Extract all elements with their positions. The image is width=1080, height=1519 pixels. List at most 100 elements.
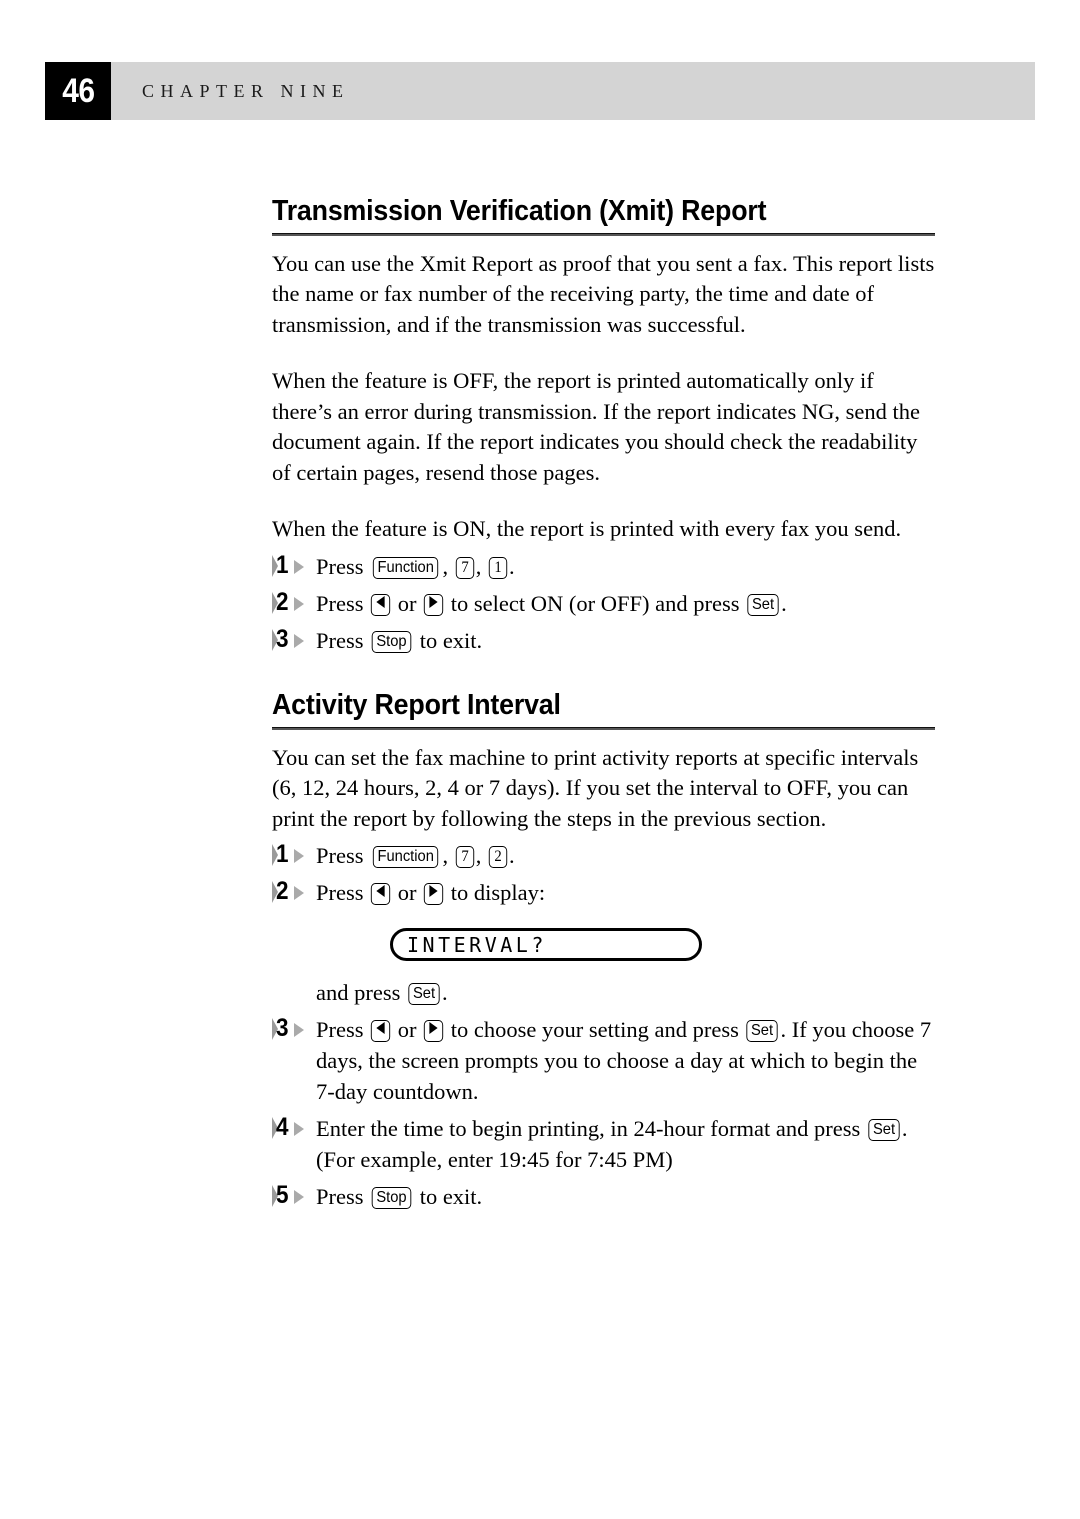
step-marker: 2 xyxy=(272,587,312,617)
paragraph: When the feature is OFF, the report is p… xyxy=(272,368,920,485)
paragraph: When the feature is ON, the report is pr… xyxy=(272,516,902,542)
lcd-display-wrapper: INTERVAL? xyxy=(272,928,935,962)
list-item: 3 Press Stop to exit. xyxy=(272,625,935,656)
key-digit-2[interactable]: 2 xyxy=(488,846,508,869)
triangle-right-icon xyxy=(294,1023,304,1038)
triangle-right-icon xyxy=(294,849,304,864)
step-text: Press Function, 7, 2. xyxy=(316,843,515,869)
key-digit-7[interactable]: 7 xyxy=(455,846,474,869)
step-text-suffix: . xyxy=(781,590,787,616)
paragraph: You can use the Xmit Report as proof tha… xyxy=(272,250,935,337)
step-marker: 5 xyxy=(272,1182,312,1210)
key-set[interactable]: Set xyxy=(747,593,779,616)
step-text-suffix: . xyxy=(509,843,515,869)
step-text-prefix: Press xyxy=(316,590,370,616)
step-text: Press Function, 7, 1. xyxy=(316,553,515,579)
step-text: Press Stop to exit. xyxy=(316,1184,483,1210)
list-item: 2 Press or to select ON (or OFF) and pre… xyxy=(272,588,935,619)
step-text: Press Stop to exit. xyxy=(316,628,482,653)
page-number-box: 46 xyxy=(45,62,111,120)
step-text: Press or to choose your setting and pres… xyxy=(316,1017,931,1104)
triangle-right-icon xyxy=(294,1190,304,1205)
right-arrow-icon xyxy=(429,1022,438,1035)
step-number: 1 xyxy=(276,550,289,579)
step-text: Enter the time to begin printing, in 24-… xyxy=(316,1116,908,1172)
step-continuation: and press Set. xyxy=(272,977,935,1008)
step-number: 1 xyxy=(276,840,289,869)
right-arrow-icon xyxy=(429,595,438,608)
key-left-arrow[interactable] xyxy=(370,883,391,906)
right-arrow-icon xyxy=(429,885,438,898)
key-left-arrow[interactable] xyxy=(370,593,391,616)
step-number: 2 xyxy=(276,877,289,906)
key-stop[interactable]: Stop xyxy=(371,1187,412,1210)
step-text-mid: or xyxy=(392,590,423,616)
step-number: 4 xyxy=(276,1113,289,1142)
key-digit-7[interactable]: 7 xyxy=(455,556,474,579)
key-function[interactable]: Function xyxy=(372,556,439,579)
left-arrow-icon xyxy=(376,1022,385,1035)
list-item: 2 Press or to display: xyxy=(272,877,935,908)
key-stop[interactable]: Stop xyxy=(371,630,412,653)
step-text-prefix: Enter the time to begin printing, in 24-… xyxy=(316,1116,866,1142)
step-text-suffix: . xyxy=(509,553,515,579)
key-right-arrow[interactable] xyxy=(423,1020,444,1043)
step-number: 3 xyxy=(276,1014,289,1043)
key-left-arrow[interactable] xyxy=(370,1020,391,1043)
step-marker: 4 xyxy=(272,1114,312,1142)
step-tail-prefix: and press xyxy=(316,980,406,1006)
step-text-mid: or xyxy=(392,880,423,906)
step-number: 5 xyxy=(276,1181,289,1210)
step-text-prefix: Press xyxy=(316,880,370,906)
step-text: Press or to display: xyxy=(316,880,546,906)
step-number: 3 xyxy=(276,624,289,653)
step-marker: 3 xyxy=(272,1015,312,1043)
key-digit-1[interactable]: 1 xyxy=(488,556,508,579)
list-item: 3 Press or to choose your setting and pr… xyxy=(272,1014,935,1107)
lcd-display: INTERVAL? xyxy=(390,928,702,962)
page-title: Transmission Verification (Xmit) Report xyxy=(272,195,767,227)
step-text-after-arrows: to display: xyxy=(445,880,546,906)
left-arrow-icon xyxy=(376,885,385,898)
step-number: 2 xyxy=(276,587,289,616)
paragraph: You can set the fax machine to print act… xyxy=(272,744,919,831)
step-text-mid: or xyxy=(392,1017,423,1043)
step-marker: 3 xyxy=(272,624,312,654)
left-arrow-icon xyxy=(376,595,385,608)
step-text: Press or to select ON (or OFF) and press… xyxy=(316,591,787,616)
key-set[interactable]: Set xyxy=(746,1020,779,1043)
triangle-right-icon xyxy=(294,559,304,574)
step-text-prefix: Press xyxy=(316,553,370,579)
triangle-right-icon xyxy=(294,596,304,611)
step-text-suffix: to exit. xyxy=(414,1184,483,1210)
step-text-suffix: to exit. xyxy=(414,627,483,653)
step-marker: 2 xyxy=(272,878,312,906)
step-tail-suffix: . xyxy=(442,980,448,1006)
triangle-right-icon xyxy=(294,633,304,648)
section-title: Activity Report Interval xyxy=(272,688,561,721)
page-number: 46 xyxy=(61,72,95,110)
step-text-prefix: Press xyxy=(316,1184,370,1210)
step-text-prefix: Press xyxy=(316,1017,370,1043)
key-set[interactable]: Set xyxy=(868,1119,900,1142)
page-content: Transmission Verification (Xmit) Report … xyxy=(272,195,935,1212)
key-set[interactable]: Set xyxy=(408,983,440,1006)
list-item: 5 Press Stop to exit. xyxy=(272,1181,935,1212)
triangle-right-icon xyxy=(294,886,304,901)
step-text-prefix: Press xyxy=(316,843,370,869)
step-text-after-arrows: to select ON (or OFF) and press xyxy=(445,590,746,616)
list-item: 1 Press Function, 7, 2. xyxy=(272,840,935,871)
step-text-prefix: Press xyxy=(316,627,370,653)
triangle-right-icon xyxy=(294,1122,304,1137)
key-right-arrow[interactable] xyxy=(423,883,444,906)
step-marker: 1 xyxy=(272,550,312,580)
list-item: 4 Enter the time to begin printing, in 2… xyxy=(272,1113,935,1175)
list-item: 1 Press Function, 7, 1. xyxy=(272,551,935,582)
lcd-display-text: INTERVAL? xyxy=(407,932,547,957)
key-function[interactable]: Function xyxy=(372,846,439,869)
step-marker: 1 xyxy=(272,841,312,869)
step-text-after-arrows: to choose your setting and press xyxy=(445,1017,745,1043)
chapter-label: CHAPTER NINE xyxy=(142,80,350,101)
page-running-header: 46 CHAPTER NINE xyxy=(45,62,1035,120)
key-right-arrow[interactable] xyxy=(423,593,444,616)
